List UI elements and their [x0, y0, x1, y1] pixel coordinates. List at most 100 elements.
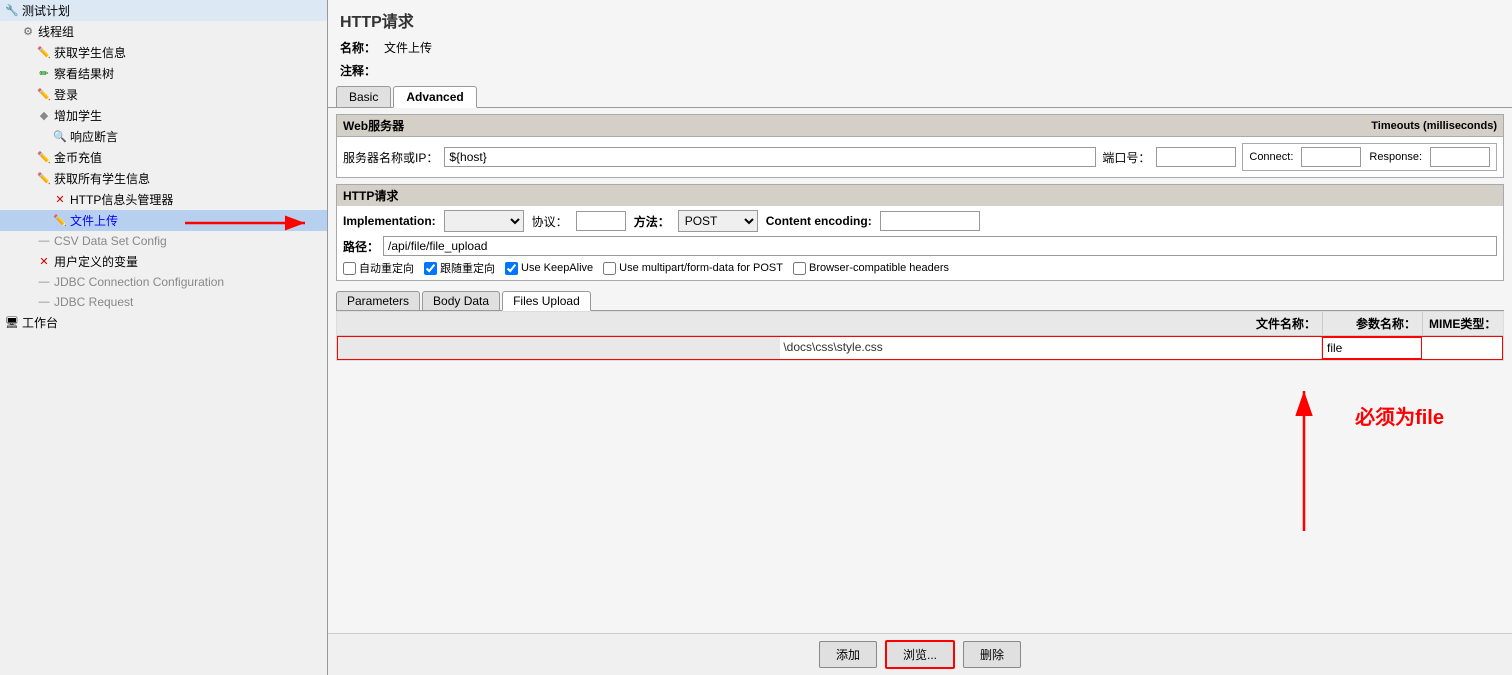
web-server-header: Web服务器 Timeouts (milliseconds) — [337, 115, 1503, 137]
sidebar-item-login[interactable]: ✏️ 登录 — [0, 84, 327, 105]
jdbc-config-icon: — — [36, 274, 52, 290]
checkbox-multipart[interactable]: Use multipart/form-data for POST — [603, 262, 783, 275]
path-input[interactable] — [383, 236, 1497, 256]
keepalive-checkbox[interactable] — [505, 262, 518, 275]
sidebar-item-http-header[interactable]: ✕ HTTP信息头管理器 — [0, 189, 327, 210]
sidebar-item-result-tree[interactable]: ✏ 察看结果树 — [0, 63, 327, 84]
sidebar-item-label: JDBC Connection Configuration — [54, 275, 224, 289]
checkbox-follow-redirect[interactable]: 跟随重定向 — [424, 260, 495, 276]
workbench-icon: 🖥 — [4, 315, 20, 331]
http-sampler-icon: ✏️ — [36, 45, 52, 61]
sidebar-item-assertion[interactable]: 🔍 响应断言 — [0, 126, 327, 147]
sidebar-item-jdbc-request[interactable]: — JDBC Request — [0, 292, 327, 312]
checkbox-redirect[interactable]: 自动重定向 — [343, 260, 414, 276]
file-path: \docs\css\style.css — [780, 337, 1321, 359]
sidebar-item-file-upload[interactable]: ✏️ 文件上传 — [0, 210, 327, 231]
connect-label: Connect: — [1249, 151, 1293, 163]
browser-headers-label: Browser-compatible headers — [809, 262, 949, 274]
test-plan-icon: 🔧 — [4, 3, 20, 19]
mimetype-input[interactable] — [1426, 340, 1498, 354]
sidebar-item-workbench[interactable]: 🖥 工作台 — [0, 312, 327, 333]
path-row: 路径： — [343, 236, 1497, 256]
sidebar-item-add-student[interactable]: ◆ 增加学生 — [0, 105, 327, 126]
sidebar-item-label: 测试计划 — [22, 2, 70, 19]
encoding-input[interactable] — [880, 211, 980, 231]
multipart-checkbox[interactable] — [603, 262, 616, 275]
method-select[interactable]: POST GET PUT DELETE — [678, 210, 758, 232]
browse-button[interactable]: 浏览... — [885, 640, 955, 669]
connect-input[interactable] — [1301, 147, 1361, 167]
redirect-label: 自动重定向 — [359, 260, 414, 276]
method-label: 方法： — [634, 213, 670, 230]
web-server-content: 服务器名称或IP： 端口号： Connect: Response: — [337, 137, 1503, 177]
follow-redirect-checkbox[interactable] — [424, 262, 437, 275]
port-input[interactable] — [1156, 147, 1236, 167]
sidebar-item-coins[interactable]: ✏️ 金币充值 — [0, 147, 327, 168]
assertion-icon: 🔍 — [52, 129, 68, 145]
http-request-header: HTTP请求 — [337, 185, 1503, 206]
paramname-cell — [1322, 337, 1422, 359]
controller-icon: ◆ — [36, 108, 52, 124]
bottom-bar: 添加 浏览... 删除 — [328, 633, 1512, 675]
vars-icon: ✕ — [36, 254, 52, 270]
upload-table: 文件名称： 参数名称： MIME类型： \docs\css\style.css — [336, 311, 1504, 361]
tab-body-data[interactable]: Body Data — [422, 291, 500, 310]
sidebar-item-label: 用户定义的变量 — [54, 253, 138, 270]
upload-area: 文件名称： 参数名称： MIME类型： \docs\css\style.css — [336, 311, 1504, 633]
http-icon3: ✏️ — [36, 171, 52, 187]
response-input[interactable] — [1430, 147, 1490, 167]
panel-title: HTTP请求 — [328, 0, 1512, 36]
http-icon2: ✏️ — [36, 150, 52, 166]
sidebar-item-jdbc-config[interactable]: — JDBC Connection Configuration — [0, 272, 327, 292]
protocol-label: 协议： — [532, 213, 568, 230]
impl-label: Implementation: — [343, 214, 436, 228]
sidebar-item-label: 金币充值 — [54, 149, 102, 166]
timeout-title: Timeouts (milliseconds) — [1371, 120, 1497, 132]
config-icon: ✕ — [52, 192, 68, 208]
annotation-text: 必须为file — [1355, 401, 1444, 430]
sidebar-item-get-students[interactable]: ✏️ 获取学生信息 — [0, 42, 327, 63]
server-ip-input[interactable] — [444, 147, 1096, 167]
name-value: 文件上传 — [384, 39, 1500, 56]
sidebar-item-thread-group[interactable]: ⚙ 线程组 — [0, 21, 327, 42]
port-label: 端口号： — [1102, 149, 1150, 166]
timeout-box: Connect: Response: — [1242, 143, 1497, 171]
response-label: Response: — [1369, 151, 1422, 163]
protocol-input[interactable] — [576, 211, 626, 231]
col-paramname: 参数名称： — [1323, 312, 1423, 335]
browser-headers-checkbox[interactable] — [793, 262, 806, 275]
sidebar-item-test-plan[interactable]: 🔧 测试计划 — [0, 0, 327, 21]
checkbox-row: 自动重定向 跟随重定向 Use KeepAlive Use multipart/… — [343, 260, 1497, 276]
browse-field[interactable] — [338, 337, 780, 359]
tab-files-upload[interactable]: Files Upload — [502, 291, 591, 311]
checkbox-keepalive[interactable]: Use KeepAlive — [505, 262, 593, 275]
file-upload-icon: ✏️ — [52, 213, 68, 229]
tab-parameters[interactable]: Parameters — [336, 291, 420, 310]
add-button[interactable]: 添加 — [819, 641, 877, 668]
right-panel: HTTP请求 名称： 文件上传 注释： Basic Advanced Web服务… — [328, 0, 1512, 675]
web-server-section: Web服务器 Timeouts (milliseconds) 服务器名称或IP：… — [336, 114, 1504, 178]
mimetype-cell — [1422, 337, 1502, 359]
impl-row: Implementation: 协议： 方法： POST GET PUT DEL… — [343, 210, 1497, 232]
sidebar-item-label: 工作台 — [22, 314, 58, 331]
delete-button[interactable]: 删除 — [963, 641, 1021, 668]
impl-select[interactable] — [444, 210, 524, 232]
sidebar-item-all-students[interactable]: ✏️ 获取所有学生信息 — [0, 168, 327, 189]
main-tab-bar: Basic Advanced — [328, 82, 1512, 108]
tab-basic[interactable]: Basic — [336, 86, 391, 107]
filename-cell: \docs\css\style.css — [338, 337, 1322, 359]
checkbox-browser-headers[interactable]: Browser-compatible headers — [793, 262, 949, 275]
listener-icon: ✏ — [36, 66, 52, 82]
paramname-input[interactable] — [1327, 341, 1417, 355]
table-row: \docs\css\style.css — [337, 336, 1503, 360]
redirect-checkbox[interactable] — [343, 262, 356, 275]
http-request-content: Implementation: 协议： 方法： POST GET PUT DEL… — [337, 206, 1503, 280]
sidebar-item-label: JDBC Request — [54, 295, 133, 309]
http-icon: ✏️ — [36, 87, 52, 103]
sidebar-item-label: 获取所有学生信息 — [54, 170, 150, 187]
server-ip-label: 服务器名称或IP： — [343, 149, 438, 166]
sidebar-item-user-vars[interactable]: ✕ 用户定义的变量 — [0, 251, 327, 272]
tab-advanced[interactable]: Advanced — [393, 86, 476, 108]
sidebar-item-csv[interactable]: — CSV Data Set Config — [0, 231, 327, 251]
follow-redirect-label: 跟随重定向 — [440, 260, 495, 276]
